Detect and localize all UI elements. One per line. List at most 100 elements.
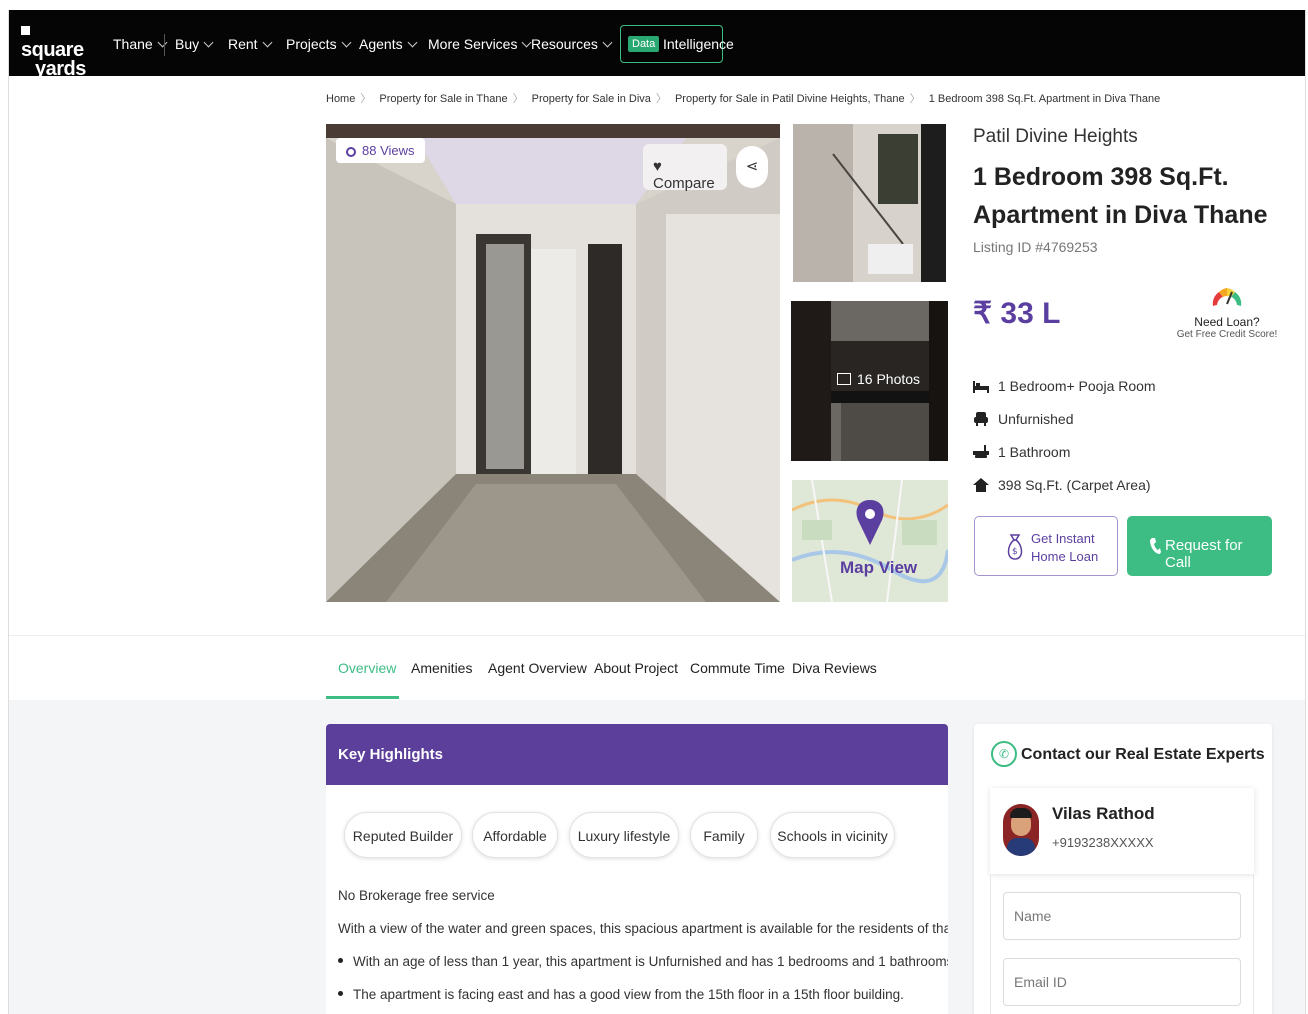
need-loan-widget[interactable]: Need Loan? Get Free Credit Score! — [1175, 278, 1279, 340]
share-icon: ⋖ — [745, 158, 759, 175]
share-button[interactable]: ⋖ — [736, 146, 768, 188]
feature-text: 398 Sq.Ft. (Carpet Area) — [998, 477, 1151, 493]
bathtub-icon — [973, 445, 989, 458]
tab-overview[interactable]: Overview — [338, 660, 396, 676]
map-illustration — [792, 480, 948, 602]
agent-name: Vilas Rathod — [1052, 804, 1155, 823]
highlight-chip: Luxury lifestyle — [569, 812, 679, 858]
contact-form — [990, 874, 1254, 1014]
phone-icon — [1150, 538, 1161, 554]
breadcrumb-home[interactable]: Home — [326, 93, 355, 105]
nav-label: More Services — [428, 36, 518, 52]
credit-score-link: Get Free Credit Score! — [1176, 329, 1278, 340]
email-input[interactable] — [1003, 958, 1241, 1006]
nav-agents[interactable]: Agents — [359, 36, 418, 52]
project-name[interactable]: Patil Divine Heights — [973, 126, 1138, 148]
avatar — [1003, 804, 1039, 856]
request-call-label: Request for Call — [1165, 537, 1243, 571]
tab-about-project[interactable]: About Project — [594, 660, 678, 676]
bed-icon — [973, 381, 989, 393]
feature-furnishing: Unfurnished — [973, 411, 1074, 427]
breadcrumb-separator-icon: 〉 — [512, 93, 524, 105]
nav-label: Resources — [531, 36, 598, 52]
nav-label: Buy — [175, 36, 200, 52]
photo-icon — [837, 373, 851, 385]
main-property-photo[interactable]: 88 Views ♥ Compare ⋖ — [326, 124, 780, 602]
need-loan-title: Need Loan? — [1194, 315, 1260, 329]
views-count: 88 Views — [362, 143, 415, 158]
tab-commute-time[interactable]: Commute Time — [690, 660, 785, 676]
eye-icon — [346, 147, 356, 157]
key-highlights-card: Key Highlights Reputed Builder Affordabl… — [326, 724, 948, 1014]
request-call-button[interactable]: Request for Call — [1127, 516, 1272, 576]
nav-label: Thane — [113, 36, 153, 52]
highlight-chip: Family — [690, 812, 758, 858]
photos-count-label[interactable]: 16 Photos — [837, 371, 920, 387]
nav-thane[interactable]: Thane — [113, 36, 168, 52]
tab-agent-overview[interactable]: Agent Overview — [488, 660, 587, 676]
chevron-down-icon — [602, 37, 613, 48]
heart-icon: ♥ — [653, 158, 662, 175]
chevron-down-icon — [203, 37, 214, 48]
nav-label: Projects — [286, 36, 337, 52]
compare-label: Compare — [653, 175, 715, 192]
thumbnail-bathroom[interactable] — [793, 124, 946, 282]
breadcrumb-separator-icon: 〉 — [360, 93, 372, 105]
breadcrumb-current: 1 Bedroom 398 Sq.Ft. Apartment in Diva T… — [928, 93, 1161, 105]
get-home-loan-button[interactable]: $ Get Instant Home Loan — [974, 516, 1118, 576]
data-intelligence-label: Intelligence — [663, 36, 734, 52]
section-tabs: Overview Amenities Agent Overview About … — [9, 635, 1305, 701]
breadcrumb-separator-icon: 〉 — [655, 93, 667, 105]
home-loan-label: Get Instant Home Loan — [1031, 531, 1099, 564]
thumbnail-kitchen[interactable]: 16 Photos — [791, 301, 948, 461]
tab-diva-reviews[interactable]: Diva Reviews — [792, 660, 877, 676]
contact-title: Contact our Real Estate Experts — [1021, 746, 1265, 763]
compare-button[interactable]: ♥ Compare — [643, 144, 727, 192]
active-tab-indicator — [326, 696, 399, 699]
feature-bathroom: 1 Bathroom — [973, 444, 1070, 460]
map-view-label: Map View — [840, 558, 918, 577]
money-bag-icon: $ — [1007, 534, 1023, 560]
avatar-hair — [1010, 808, 1032, 818]
agent-card: Vilas Rathod +9193238XXXXX — [990, 788, 1254, 874]
feature-text: Unfurnished — [998, 411, 1074, 427]
nav-label: Rent — [228, 36, 258, 52]
nav-rent[interactable]: Rent — [228, 36, 273, 52]
nav-divider — [164, 34, 165, 56]
room-photo-illustration — [326, 124, 780, 602]
breadcrumb-separator-icon: 〉 — [909, 93, 921, 105]
property-title: 1 Bedroom 398 Sq.Ft. Apartment in Diva T… — [973, 163, 1268, 229]
photos-count: 16 Photos — [857, 371, 921, 387]
listing-id: Listing ID #4769253 — [973, 239, 1098, 255]
description-bullet: With an age of less than 1 year, this ap… — [338, 954, 948, 969]
property-price: ₹ 33 L — [973, 297, 1061, 330]
breadcrumb-diva[interactable]: Property for Sale in Diva — [532, 93, 651, 105]
nav-more-services[interactable]: More Services — [428, 36, 532, 52]
breadcrumb-thane[interactable]: Property for Sale in Thane — [379, 93, 507, 105]
nav-projects[interactable]: Projects — [286, 36, 352, 52]
phone-icon: ✆ — [991, 741, 1017, 767]
armchair-icon — [974, 412, 988, 426]
breadcrumb-project[interactable]: Property for Sale in Patil Divine Height… — [675, 93, 905, 105]
map-view-thumbnail[interactable]: Map View — [792, 480, 948, 602]
nav-buy[interactable]: Buy — [175, 36, 214, 52]
highlight-chip: Affordable — [472, 812, 558, 858]
name-input[interactable] — [1003, 892, 1241, 940]
credit-gauge-icon — [1212, 288, 1242, 306]
nav-label: Agents — [359, 36, 403, 52]
description-line: No Brokerage free service — [338, 888, 495, 903]
nav-resources[interactable]: Resources — [531, 36, 613, 52]
chevron-down-icon — [341, 37, 352, 48]
logo[interactable]: square yards — [21, 22, 93, 79]
key-highlights-heading: Key Highlights — [326, 724, 948, 785]
tab-amenities[interactable]: Amenities — [411, 660, 472, 676]
highlight-chip: Schools in vicinity — [770, 812, 895, 858]
chevron-down-icon — [407, 37, 418, 48]
data-intelligence-button[interactable]: Data Intelligence — [620, 25, 734, 63]
logo-text-bottom: yards — [35, 58, 86, 80]
feature-text: 1 Bedroom+ Pooja Room — [998, 378, 1156, 394]
highlight-chip: Reputed Builder — [344, 812, 462, 858]
feature-area: 398 Sq.Ft. (Carpet Area) — [973, 477, 1151, 493]
data-tag: Data — [628, 36, 660, 52]
agent-phone: +9193238XXXXX — [1052, 835, 1154, 850]
